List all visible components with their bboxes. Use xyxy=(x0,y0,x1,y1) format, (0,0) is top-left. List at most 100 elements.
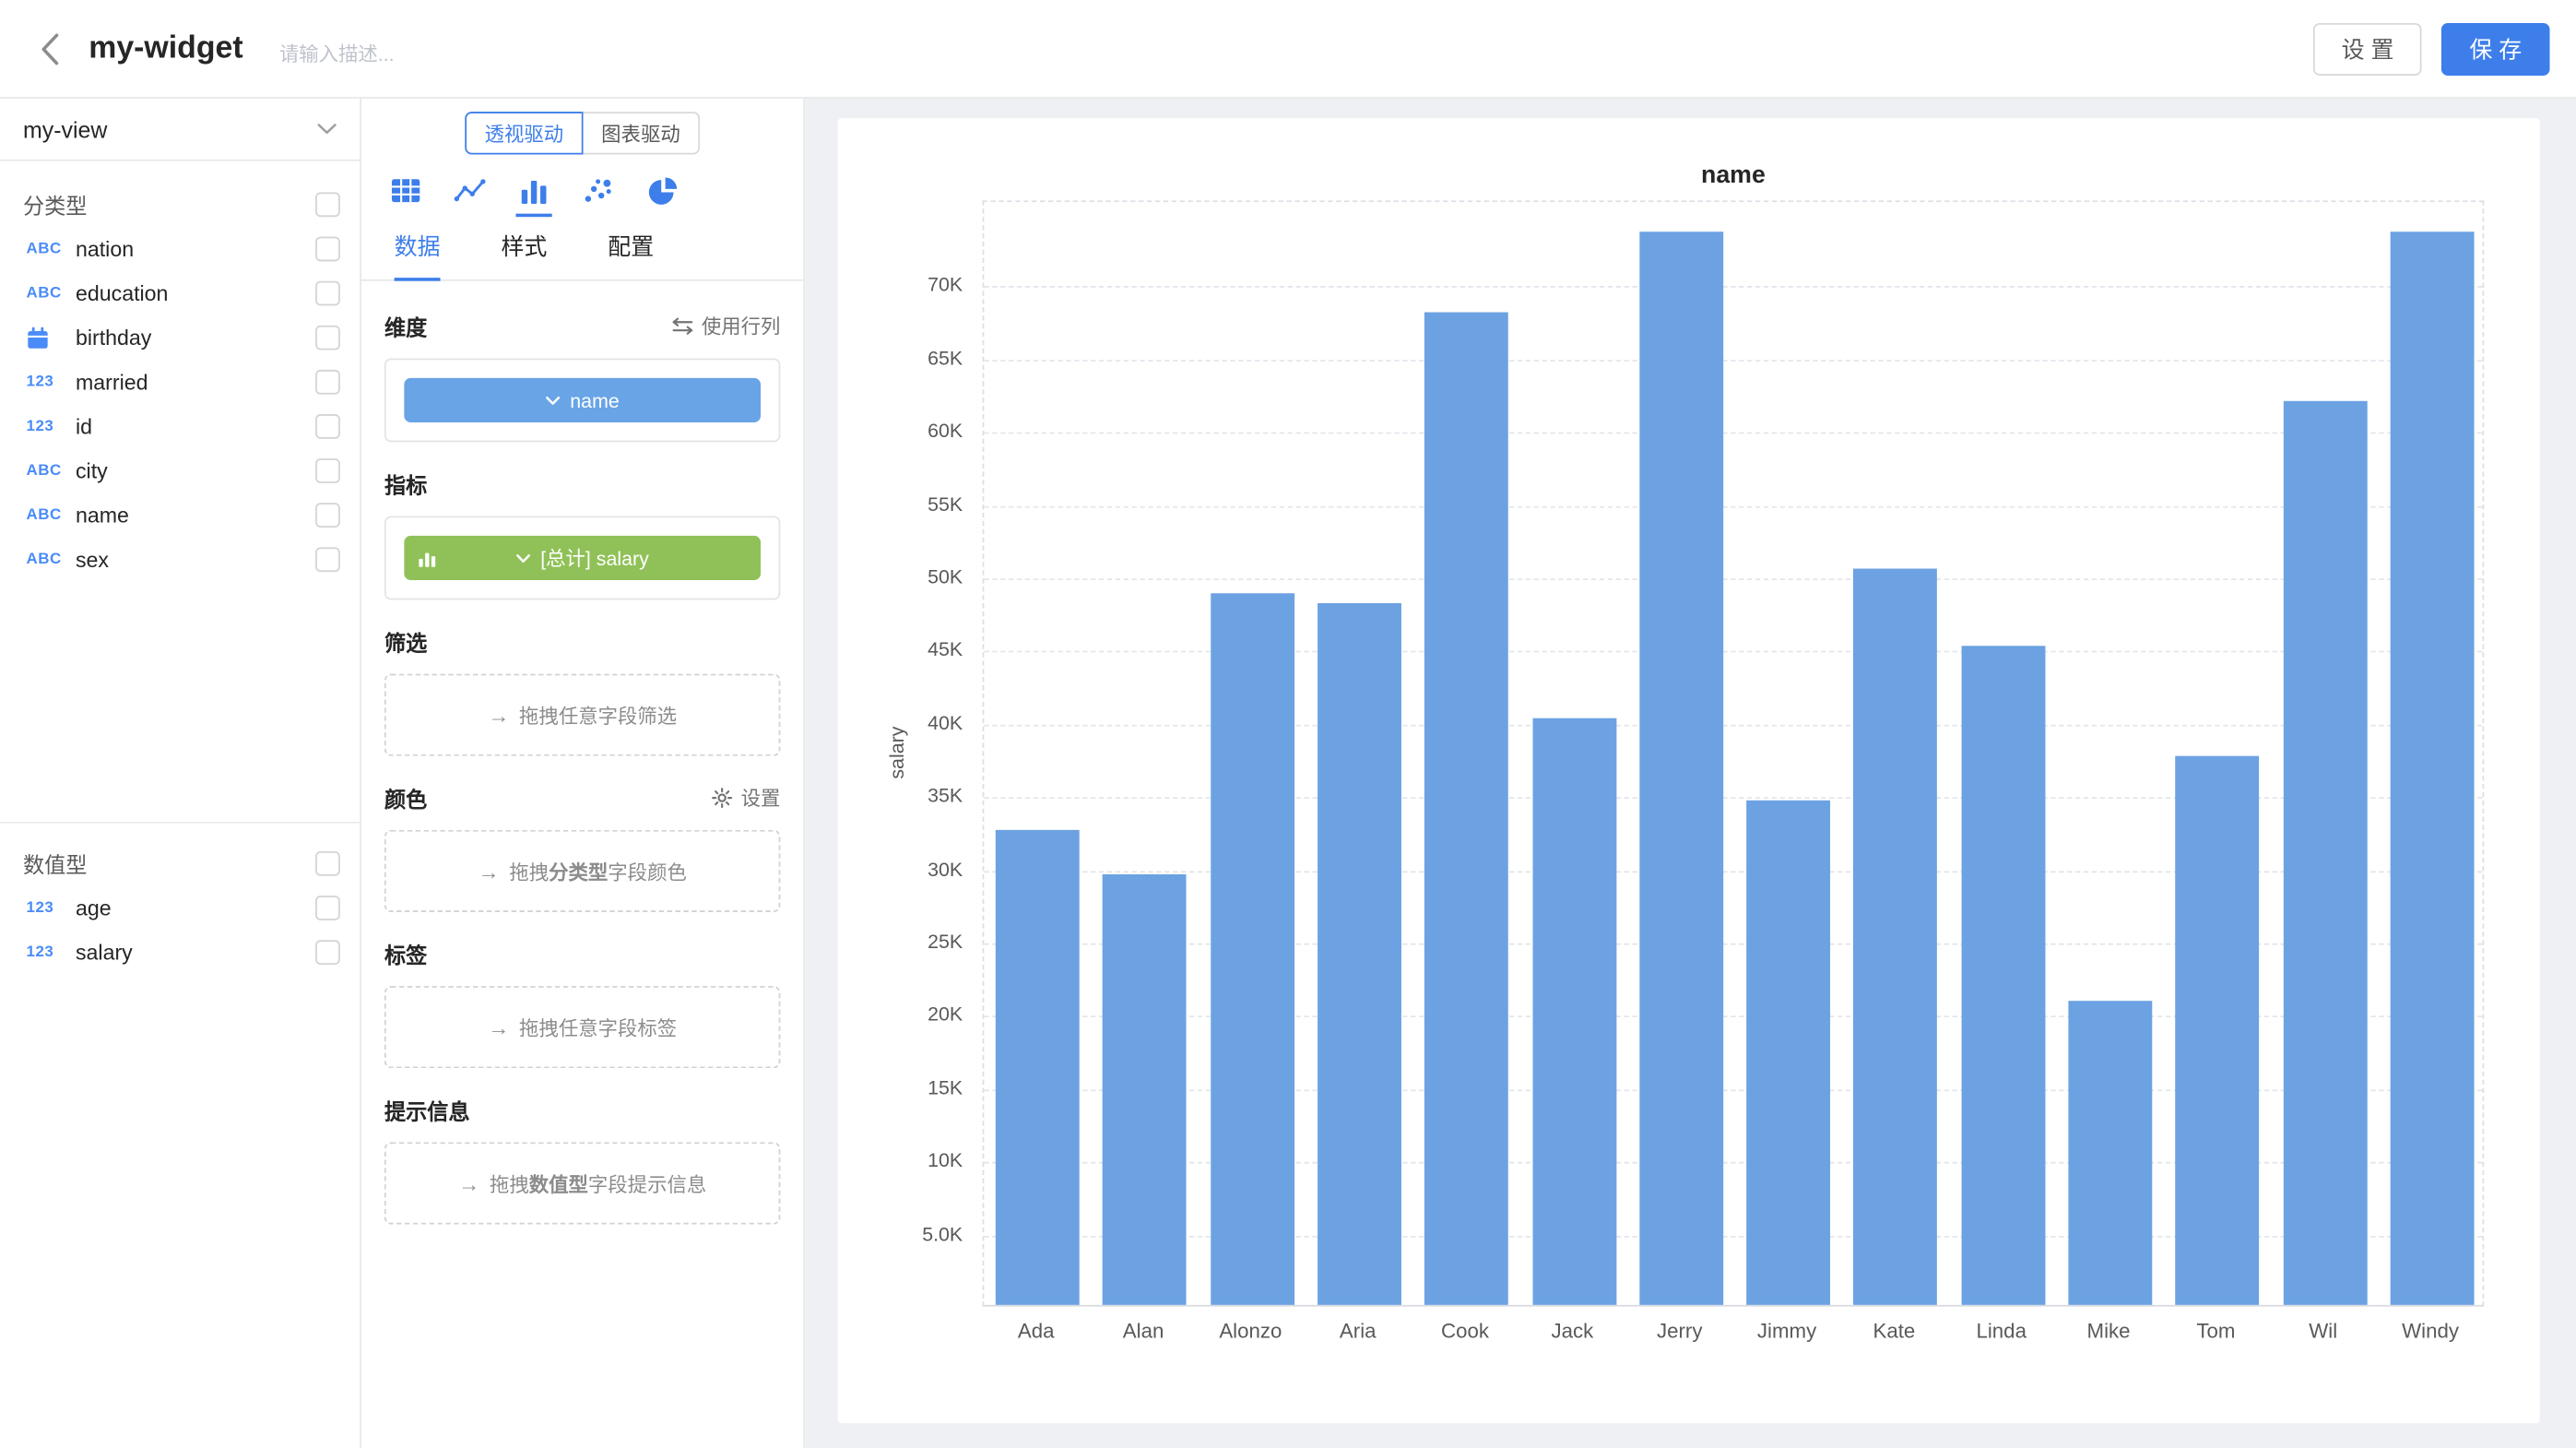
y-axis-ticks: 5.0K10K15K20K25K30K35K40K45K50K55K60K65K… xyxy=(838,200,963,1306)
color-label: 颜色 xyxy=(384,781,427,813)
bar-Jack[interactable] xyxy=(1532,718,1616,1305)
field-type-icon: ABC xyxy=(27,240,62,258)
field-item-education[interactable]: ABCeducation xyxy=(0,271,360,315)
y-tick-label: 5.0K xyxy=(922,1222,963,1245)
gridline xyxy=(984,578,2482,580)
app: my-widget 请输入描述... 设 置 保 存 my-view 分类型 AB… xyxy=(0,0,2576,1448)
bar-Ada[interactable] xyxy=(996,831,1080,1305)
use-rows-action[interactable]: 使用行列 xyxy=(672,312,781,339)
pie-chart-icon[interactable] xyxy=(644,174,680,214)
chart-canvas: name salary 5.0K10K15K20K25K30K35K40K45K… xyxy=(805,99,2576,1448)
field-item-married[interactable]: 123married xyxy=(0,360,360,404)
bar-Tom[interactable] xyxy=(2176,756,2260,1305)
field-item-salary[interactable]: 123salary xyxy=(0,931,360,975)
field-item-city[interactable]: ABCcity xyxy=(0,448,360,493)
section-checkbox[interactable] xyxy=(315,192,340,217)
field-sections: 分类型ABCnationABCeducationbirthday123marri… xyxy=(0,161,360,975)
field-checkbox[interactable] xyxy=(315,458,340,483)
color-dropzone[interactable]: → 拖拽分类型字段颜色 xyxy=(384,830,780,912)
field-item-id[interactable]: 123id xyxy=(0,404,360,448)
field-checkbox[interactable] xyxy=(315,896,340,920)
x-tick-label: Ada xyxy=(1018,1320,1055,1343)
chevron-down-icon xyxy=(546,396,561,406)
field-checkbox[interactable] xyxy=(315,281,340,306)
bar-Cook[interactable] xyxy=(1424,313,1508,1305)
x-tick-label: Cook xyxy=(1441,1320,1489,1343)
color-settings-action[interactable]: 设置 xyxy=(712,783,781,811)
tooltip-dropzone[interactable]: → 拖拽数值型字段提示信息 xyxy=(384,1142,780,1224)
bar-Wil[interactable] xyxy=(2283,400,2367,1305)
field-checkbox[interactable] xyxy=(315,326,340,350)
x-tick-label: Windy xyxy=(2402,1320,2459,1343)
config-panel: 透视驱动 图表驱动 xyxy=(361,99,805,1448)
bar-Alan[interactable] xyxy=(1103,874,1187,1305)
field-item-age[interactable]: 123age xyxy=(0,885,360,930)
filter-dropzone[interactable]: → 拖拽任意字段筛选 xyxy=(384,674,780,756)
field-section-title: 分类型 xyxy=(23,188,88,220)
mode-toggle: 透视驱动 图表驱动 xyxy=(361,112,803,154)
calendar-icon xyxy=(27,326,50,350)
field-checkbox[interactable] xyxy=(315,940,340,965)
bar-Aria[interactable] xyxy=(1318,603,1401,1305)
bar-chart-icon[interactable] xyxy=(516,174,552,217)
field-item-sex[interactable]: ABCsex xyxy=(0,538,360,582)
field-name: education xyxy=(76,281,315,306)
line-chart-icon[interactable] xyxy=(452,174,488,214)
field-checkbox[interactable] xyxy=(315,370,340,395)
bar-Linda[interactable] xyxy=(1961,646,2045,1305)
bar-Alonzo[interactable] xyxy=(1211,593,1294,1305)
section-checkbox[interactable] xyxy=(315,850,340,875)
dimension-well[interactable]: name xyxy=(384,358,780,442)
field-type-icon: ABC xyxy=(27,462,62,481)
x-tick-label: Mike xyxy=(2087,1320,2131,1343)
field-type-icon: 123 xyxy=(27,944,54,962)
field-checkbox[interactable] xyxy=(315,503,340,528)
plot-area xyxy=(983,200,2485,1306)
field-item-birthday[interactable]: birthday xyxy=(0,315,360,360)
field-type-icon: ABC xyxy=(27,551,62,569)
chart-card: name salary 5.0K10K15K20K25K30K35K40K45K… xyxy=(838,118,2540,1423)
tab-style[interactable]: 样式 xyxy=(501,230,547,280)
tab-config[interactable]: 配置 xyxy=(608,230,654,280)
field-section-0: 分类型ABCnationABCeducationbirthday123marri… xyxy=(0,181,360,582)
field-checkbox[interactable] xyxy=(315,414,340,439)
back-button[interactable] xyxy=(27,26,73,72)
bar-Kate[interactable] xyxy=(1854,568,1938,1305)
field-checkbox[interactable] xyxy=(315,547,340,572)
tooltip-label: 提示信息 xyxy=(384,1094,470,1125)
metric-well[interactable]: [总计] salary xyxy=(384,516,780,600)
bar-Jerry[interactable] xyxy=(1639,232,1723,1305)
arrow-right-icon: → xyxy=(488,1015,509,1039)
settings-button[interactable]: 设 置 xyxy=(2313,22,2421,75)
filter-section: 筛选 → 拖拽任意字段筛选 xyxy=(384,628,780,756)
scatter-chart-icon[interactable] xyxy=(580,174,616,214)
dimension-section: 维度 使用行列 name xyxy=(384,313,780,443)
chevron-down-icon xyxy=(317,124,337,135)
tab-data[interactable]: 数据 xyxy=(395,230,441,280)
bar-Windy[interactable] xyxy=(2390,232,2474,1305)
description-input[interactable]: 请输入描述... xyxy=(279,40,395,67)
mode-chart-button[interactable]: 图表驱动 xyxy=(584,112,701,154)
table-chart-icon[interactable] xyxy=(388,174,424,214)
y-tick-label: 70K xyxy=(928,274,963,297)
field-item-nation[interactable]: ABCnation xyxy=(0,227,360,271)
gridline xyxy=(984,287,2482,289)
x-tick-label: Alonzo xyxy=(1219,1320,1282,1343)
x-tick-label: Aria xyxy=(1340,1320,1377,1343)
save-button[interactable]: 保 存 xyxy=(2441,22,2549,75)
tag-dropzone[interactable]: → 拖拽任意字段标签 xyxy=(384,986,780,1068)
top-bar: my-widget 请输入描述... 设 置 保 存 xyxy=(0,0,2576,99)
field-checkbox[interactable] xyxy=(315,237,340,262)
metric-label: 指标 xyxy=(384,468,427,499)
field-item-name[interactable]: ABCname xyxy=(0,493,360,538)
bar-Jimmy[interactable] xyxy=(1746,800,1830,1304)
tag-section: 标签 → 拖拽任意字段标签 xyxy=(384,940,780,1068)
swap-icon xyxy=(672,316,693,335)
view-selector[interactable]: my-view xyxy=(0,99,360,161)
arrow-right-icon: → xyxy=(488,703,509,728)
bar-Mike[interactable] xyxy=(2068,1002,2152,1305)
x-tick-label: Jerry xyxy=(1657,1320,1703,1343)
dimension-chip[interactable]: name xyxy=(404,378,761,422)
metric-chip[interactable]: [总计] salary xyxy=(404,536,761,580)
mode-pivot-button[interactable]: 透视驱动 xyxy=(465,112,583,154)
